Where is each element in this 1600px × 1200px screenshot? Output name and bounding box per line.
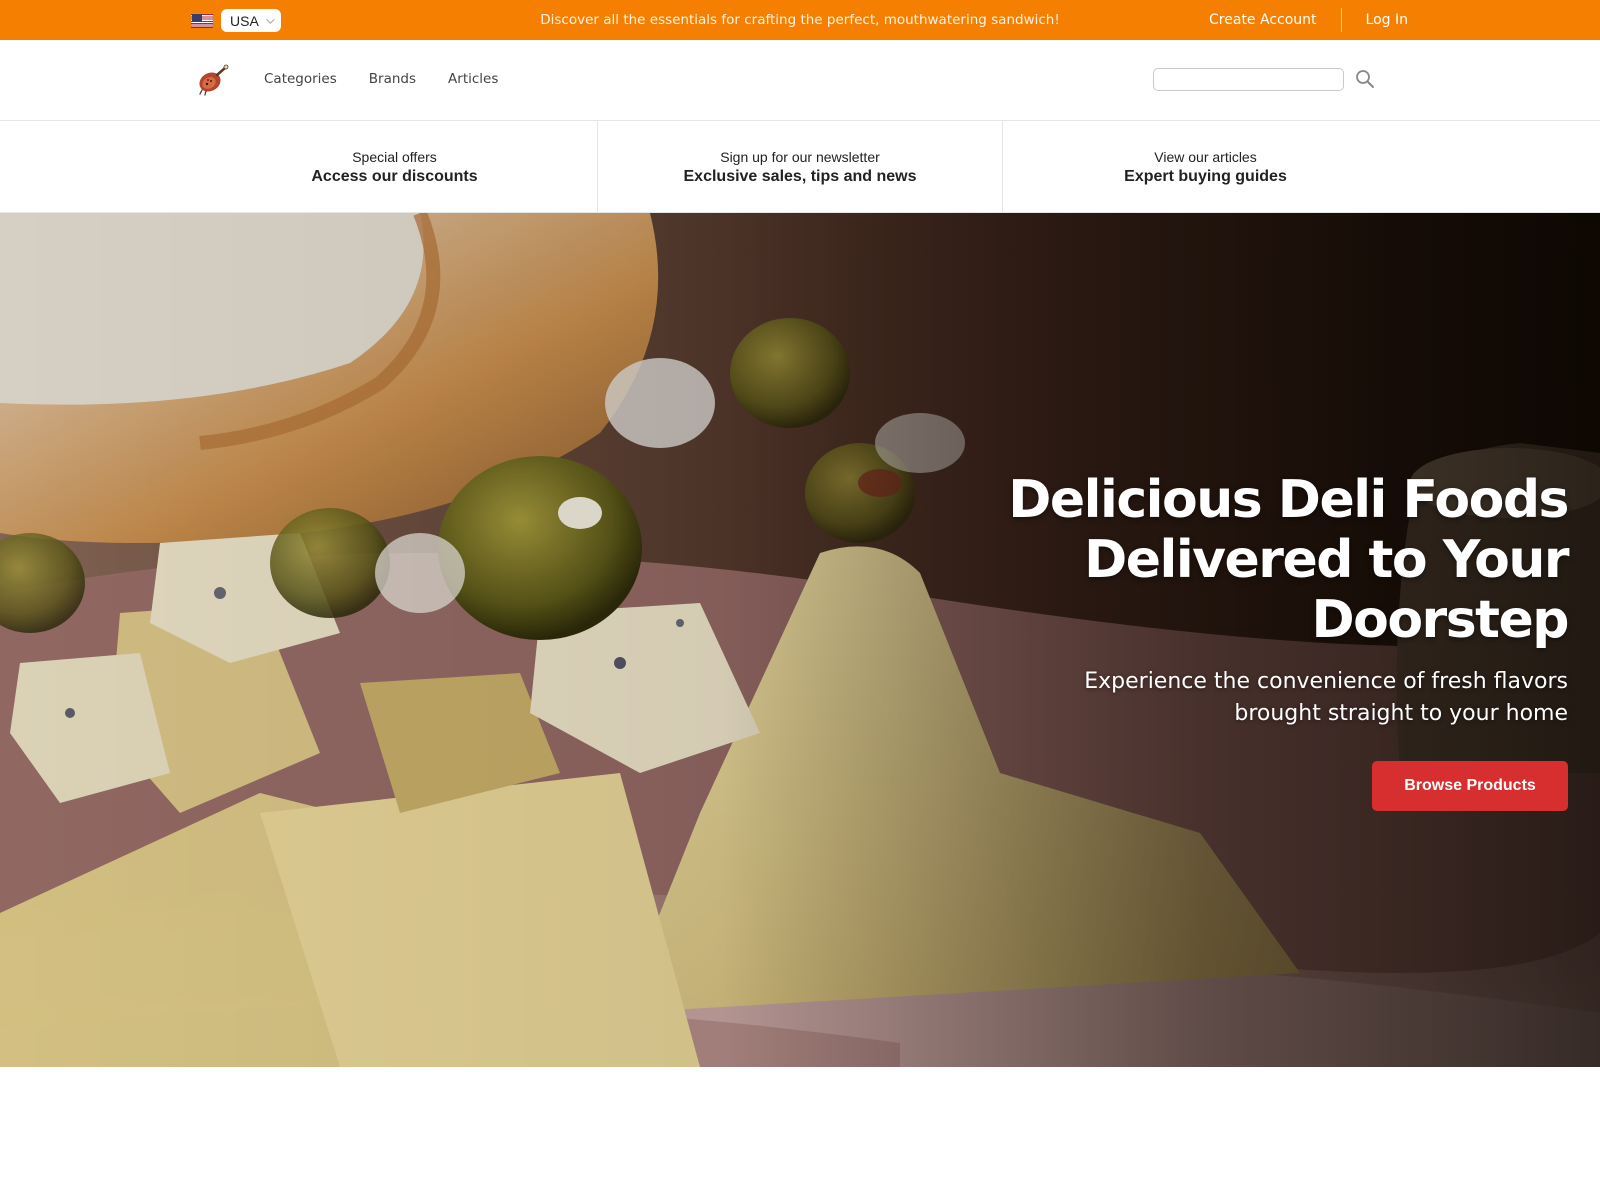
search-input[interactable] bbox=[1153, 68, 1344, 91]
chevron-down-icon bbox=[265, 14, 275, 24]
locale-switcher[interactable]: USA bbox=[191, 9, 281, 32]
promo-special-offers[interactable]: Special offers Access our discounts bbox=[192, 121, 597, 213]
promo-label: Special offers bbox=[352, 148, 437, 165]
nav-articles[interactable]: Articles bbox=[448, 71, 498, 87]
hero-subtitle-line: brought straight to your home bbox=[1234, 701, 1568, 726]
promo-articles[interactable]: View our articles Expert buying guides bbox=[1003, 121, 1408, 213]
browse-products-button[interactable]: Browse Products bbox=[1372, 761, 1568, 811]
hero-title-line: Delicious Deli Foods bbox=[1008, 470, 1569, 530]
announcement-bar: USA Discover all the essentials for craf… bbox=[0, 0, 1600, 40]
hero-title: Delicious Deli Foods Delivered to Your D… bbox=[948, 470, 1569, 650]
promo-strip: Special offers Access our discounts Sign… bbox=[0, 121, 1600, 213]
site-header: Categories Brands Articles bbox=[0, 40, 1600, 121]
search-icon[interactable] bbox=[1355, 69, 1375, 89]
promo-heading: Access our discounts bbox=[311, 167, 478, 185]
nav-categories[interactable]: Categories bbox=[264, 71, 337, 87]
ham-leg-logo-icon[interactable] bbox=[196, 62, 230, 96]
promo-label: Sign up for our newsletter bbox=[720, 148, 880, 165]
divider bbox=[1340, 8, 1342, 32]
hero-subtitle: Experience the convenience of fresh flav… bbox=[948, 666, 1568, 730]
hero-title-line: Doorstep bbox=[1311, 590, 1569, 650]
hero-copy: Delicious Deli Foods Delivered to Your D… bbox=[948, 470, 1569, 730]
nav-brands[interactable]: Brands bbox=[369, 71, 416, 87]
us-flag-icon bbox=[191, 13, 213, 28]
hero-banner: Delicious Deli Foods Delivered to Your D… bbox=[0, 213, 1600, 1067]
country-select[interactable]: USA bbox=[221, 9, 281, 32]
promo-newsletter[interactable]: Sign up for our newsletter Exclusive sal… bbox=[597, 121, 1003, 213]
create-account-link[interactable]: Create Account bbox=[1209, 12, 1317, 28]
promo-heading: Exclusive sales, tips and news bbox=[683, 167, 917, 185]
login-link[interactable]: Log In bbox=[1366, 12, 1408, 28]
country-value: USA bbox=[230, 12, 259, 29]
main-nav: Categories Brands Articles bbox=[264, 71, 498, 87]
account-links: Create Account Log In bbox=[1209, 0, 1408, 40]
promo-label: View our articles bbox=[1154, 148, 1257, 165]
hero-title-line: Delivered to Your bbox=[1084, 530, 1569, 590]
promo-heading: Expert buying guides bbox=[1124, 167, 1287, 185]
hero-subtitle-line: Experience the convenience of fresh flav… bbox=[1084, 669, 1568, 694]
